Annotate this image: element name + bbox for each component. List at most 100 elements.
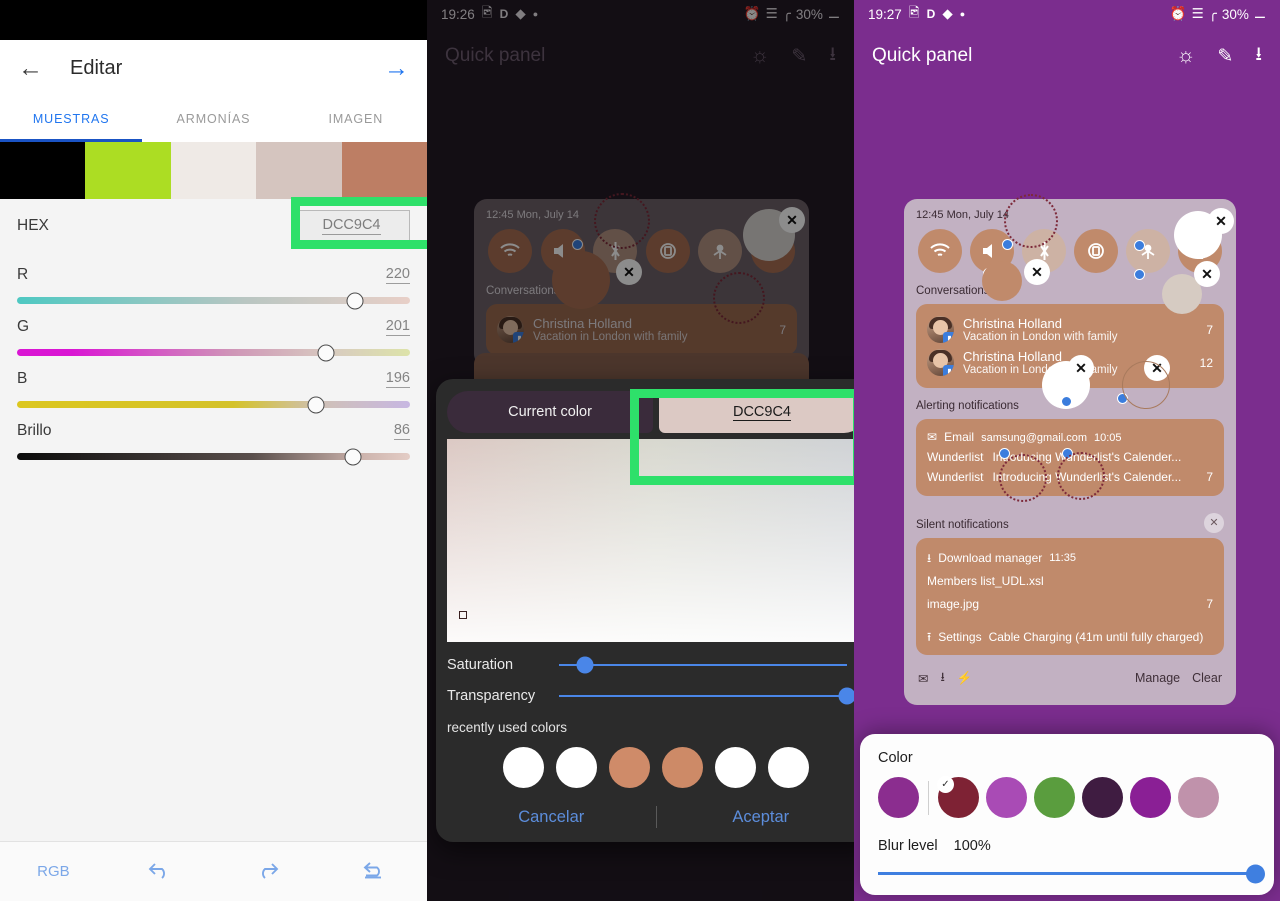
slider-b-label: B xyxy=(17,370,28,387)
mail-icon[interactable]: ✉ xyxy=(918,671,928,686)
status-bar-black xyxy=(0,0,427,40)
slider-brillo-knob[interactable] xyxy=(344,448,362,465)
tile-wifi[interactable] xyxy=(918,229,962,273)
close-icon[interactable]: ✕ xyxy=(1024,259,1050,285)
cancel-button[interactable]: Cancelar xyxy=(447,808,656,827)
settings-app: Settings xyxy=(938,629,982,644)
saturation-track[interactable] xyxy=(559,656,847,674)
battery-icon: ⚊ xyxy=(1253,6,1266,21)
slider-g-track[interactable] xyxy=(17,344,410,361)
silent-notification[interactable]: ⭳ Download manager 11:35 Members list_UD… xyxy=(916,538,1224,655)
recent-color-5[interactable] xyxy=(768,747,809,788)
list-item[interactable]: ▮ Christina Holland Vacation in London w… xyxy=(927,313,1213,346)
conversation-count: 12 xyxy=(1199,355,1213,370)
arrow-right-icon[interactable]: → xyxy=(384,55,409,81)
transparency-track[interactable] xyxy=(559,687,854,705)
swatch-strip xyxy=(0,142,427,199)
download-icon[interactable]: ⭳ xyxy=(940,668,944,689)
tab-imagen[interactable]: IMAGEN xyxy=(285,96,427,142)
close-icon[interactable]: ✕ xyxy=(1204,512,1224,533)
silent-notifications-label: Silent notifications xyxy=(916,519,1009,532)
undo-icon[interactable] xyxy=(107,860,214,884)
image-icon: 🖻 xyxy=(908,4,920,20)
close-icon[interactable]: ✕ xyxy=(1068,355,1094,381)
swatch-3[interactable] xyxy=(256,142,342,199)
slider-g-label: G xyxy=(17,318,30,335)
color-swatch-row: ✓ xyxy=(878,776,1256,818)
swatch-2[interactable] xyxy=(170,142,257,199)
slider-r-knob[interactable] xyxy=(346,292,364,309)
reset-icon[interactable] xyxy=(320,860,427,884)
highlight-box-new-color xyxy=(630,389,854,485)
quick-panel-purple: 19:27 🖻 D ◆ ● ⏰ ☰ ╭ 30% ⚊ Quick panel ☼ … xyxy=(854,0,1280,901)
drag-dot xyxy=(1134,269,1145,280)
pencil-icon[interactable]: ✎ xyxy=(1217,45,1233,68)
color-option-6[interactable] xyxy=(1178,777,1219,818)
message-badge-icon: ▮ xyxy=(943,332,954,343)
bolt-icon[interactable]: ⚡ xyxy=(957,671,973,686)
download-icon[interactable]: ⭳ xyxy=(1255,40,1262,72)
slider-b-track[interactable] xyxy=(17,396,410,413)
transparency-knob[interactable] xyxy=(838,687,854,705)
saturation-slider-row: Saturation xyxy=(447,656,854,674)
message-badge-icon: ▮ xyxy=(943,365,954,376)
download-icon: ⭳ xyxy=(927,551,932,566)
recent-color-2[interactable] xyxy=(609,747,650,788)
tile-hotspot[interactable] xyxy=(1126,229,1170,280)
slider-r-track[interactable] xyxy=(17,292,410,309)
blur-level-track[interactable] xyxy=(878,864,1265,883)
close-icon[interactable]: ✕ xyxy=(1208,208,1234,234)
sv-cursor[interactable] xyxy=(459,611,467,619)
swatch-0[interactable] xyxy=(0,142,86,199)
rgb-mode-button[interactable]: RGB xyxy=(0,863,107,880)
color-label: Color xyxy=(878,750,913,766)
slider-g-knob[interactable] xyxy=(317,344,334,361)
accept-button[interactable]: Aceptar xyxy=(657,808,855,827)
recent-colors-row xyxy=(447,747,854,788)
highlight-box-hex-field xyxy=(291,197,427,249)
color-option-3[interactable] xyxy=(1034,777,1075,818)
alerting-app: Email xyxy=(944,430,975,444)
recent-color-0[interactable] xyxy=(503,747,544,788)
blur-level-knob[interactable] xyxy=(1246,864,1265,883)
swatch-4[interactable] xyxy=(341,142,427,199)
recent-color-3[interactable] xyxy=(662,747,703,788)
clear-button[interactable]: Clear xyxy=(1192,671,1222,685)
redo-icon[interactable] xyxy=(214,860,321,884)
drag-handle-circle xyxy=(1122,361,1170,409)
slider-b: B 196 xyxy=(17,370,410,413)
color-option-4[interactable] xyxy=(1082,777,1123,818)
slider-b-knob[interactable] xyxy=(307,396,325,413)
silent-file-0: Members list_UDL.xsl xyxy=(927,574,1044,589)
recent-color-1[interactable] xyxy=(556,747,597,788)
tab-armonias[interactable]: ARMONÍAS xyxy=(142,96,284,142)
slider-brillo-track[interactable] xyxy=(17,448,410,465)
quick-panel-title: Quick panel xyxy=(872,45,973,66)
color-option-1[interactable]: ✓ xyxy=(937,776,979,818)
tile-rotate[interactable] xyxy=(1074,229,1118,273)
divider xyxy=(928,780,929,815)
drag-handle-circle[interactable] xyxy=(982,261,1022,301)
conversation-name: Christina Holland xyxy=(963,316,1062,331)
color-option-2[interactable] xyxy=(986,777,1027,818)
tab-muestras[interactable]: MUESTRAS xyxy=(0,96,142,142)
color-option-5[interactable] xyxy=(1130,777,1171,818)
saturation-knob[interactable] xyxy=(576,656,594,674)
current-color-button[interactable]: Current color xyxy=(447,391,653,433)
close-icon[interactable]: ✕ xyxy=(1194,261,1220,287)
drag-dot xyxy=(1134,240,1145,251)
color-option-0[interactable] xyxy=(878,777,919,818)
recent-color-4[interactable] xyxy=(715,747,756,788)
signal-icon: ╭ xyxy=(1208,6,1217,21)
brightness-icon[interactable]: ☼ xyxy=(1176,44,1195,68)
silent-app: Download manager xyxy=(938,551,1043,566)
alerting-time: 10:05 xyxy=(1094,431,1122,444)
quick-panel-dark: 19:26 🖻 D ◆ ● ⏰ ☰ ╭ 30% ⚊ Quick panel ☼ … xyxy=(427,0,854,901)
swatch-1[interactable] xyxy=(85,142,171,199)
arrow-left-icon[interactable]: ← xyxy=(18,55,48,81)
editor-tabs: MUESTRAS ARMONÍAS IMAGEN xyxy=(0,96,427,142)
dotted-ring xyxy=(1004,194,1058,248)
manage-button[interactable]: Manage xyxy=(1135,671,1180,685)
alerting-line-app: Wunderlist xyxy=(927,469,984,484)
dialog-actions: Cancelar Aceptar xyxy=(447,806,854,828)
